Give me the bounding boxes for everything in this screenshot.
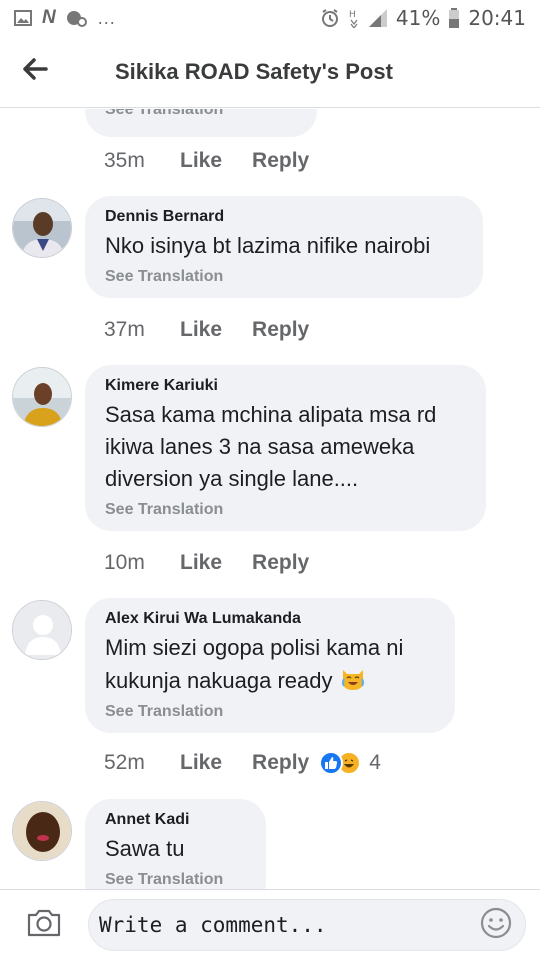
svg-text:H: H [349, 10, 356, 20]
see-translation-link[interactable]: See Translation [105, 501, 466, 519]
comment-actions: 37m Like Reply [104, 318, 309, 342]
comment-bubble: Dennis Bernard Nko isinya bt lazima nifi… [85, 196, 483, 298]
comment-text: Sasa kama mchina alipata msa rd ikiwa la… [105, 402, 437, 491]
more-notifications-indicator: ... [97, 7, 116, 28]
avatar[interactable] [12, 198, 72, 258]
comments-list: See Translation 35m Like Reply Dennis Be… [0, 109, 540, 889]
reactions-summary[interactable]: 4 [319, 751, 381, 775]
comment-author[interactable]: Kimere Kariuki [105, 377, 466, 395]
comment-text: Sawa tu [105, 836, 185, 861]
comment-bubble: See Translation [85, 109, 317, 137]
comment-bubble: Alex Kirui Wa Lumakanda Mim siezi ogopa … [85, 598, 455, 733]
hplus-network-icon: H [348, 8, 360, 28]
sync-notification-icon [66, 9, 88, 27]
camera-button[interactable] [0, 890, 88, 960]
comment-author[interactable]: Alex Kirui Wa Lumakanda [105, 610, 435, 628]
image-notification-icon [14, 10, 32, 26]
back-arrow-icon [22, 58, 48, 85]
comment-text: Nko isinya bt lazima nifike nairobi [105, 233, 431, 258]
comment-input[interactable] [99, 913, 479, 937]
emoji-picker-button[interactable] [479, 907, 513, 944]
default-avatar[interactable] [12, 600, 72, 660]
comment-time: 10m [104, 551, 145, 574]
page-title: Sikika ROAD Safety's Post [115, 58, 393, 84]
reply-button[interactable]: Reply [252, 551, 309, 575]
see-translation-link[interactable]: See Translation [105, 268, 463, 286]
clock: 20:41 [468, 6, 526, 30]
reaction-count: 4 [369, 751, 381, 774]
comment-actions: 35m Like Reply [104, 149, 309, 173]
reply-button[interactable]: Reply [252, 751, 309, 775]
comment-composer [0, 889, 540, 960]
signal-icon [368, 8, 388, 28]
comment-author[interactable]: Dennis Bernard [105, 208, 463, 226]
comment-input-box[interactable] [88, 899, 526, 951]
comment-time: 52m [104, 751, 145, 774]
smiley-icon [480, 907, 512, 944]
comment-actions: 10m Like Reply [104, 551, 309, 575]
camera-icon [26, 908, 62, 943]
comment-author[interactable]: Annet Kadi [105, 811, 246, 829]
comment-actions: 52m Like Reply 4 [104, 751, 381, 775]
battery-percent: 41% [395, 6, 441, 30]
like-button[interactable]: Like [180, 751, 222, 775]
like-button[interactable]: Like [180, 318, 222, 342]
comment-bubble: Annet Kadi Sawa tu See Translation [85, 799, 266, 889]
see-translation-link[interactable]: See Translation [105, 703, 435, 721]
status-bar: N ... H 41% 20:41 [0, 0, 540, 36]
comment-text: Mim siezi ogopa polisi kama ni kukunja n… [105, 632, 435, 697]
avatar[interactable] [12, 367, 72, 427]
back-button[interactable] [0, 36, 70, 108]
comment-time: 37m [104, 318, 145, 341]
avatar[interactable] [12, 801, 72, 861]
like-button[interactable]: Like [180, 149, 222, 173]
alarm-icon [320, 8, 340, 28]
n-notification-icon: N [42, 7, 56, 28]
app-header: Sikika ROAD Safety's Post [0, 36, 540, 108]
like-button[interactable]: Like [180, 551, 222, 575]
see-translation-link[interactable]: See Translation [105, 109, 297, 119]
reply-button[interactable]: Reply [252, 318, 309, 342]
comment-time: 35m [104, 149, 145, 172]
reply-button[interactable]: Reply [252, 149, 309, 173]
tears-of-joy-cat-emoji-icon [339, 664, 367, 692]
battery-icon [448, 8, 460, 28]
see-translation-link[interactable]: See Translation [105, 871, 246, 889]
comment-bubble: Kimere Kariuki Sasa kama mchina alipata … [85, 365, 486, 531]
